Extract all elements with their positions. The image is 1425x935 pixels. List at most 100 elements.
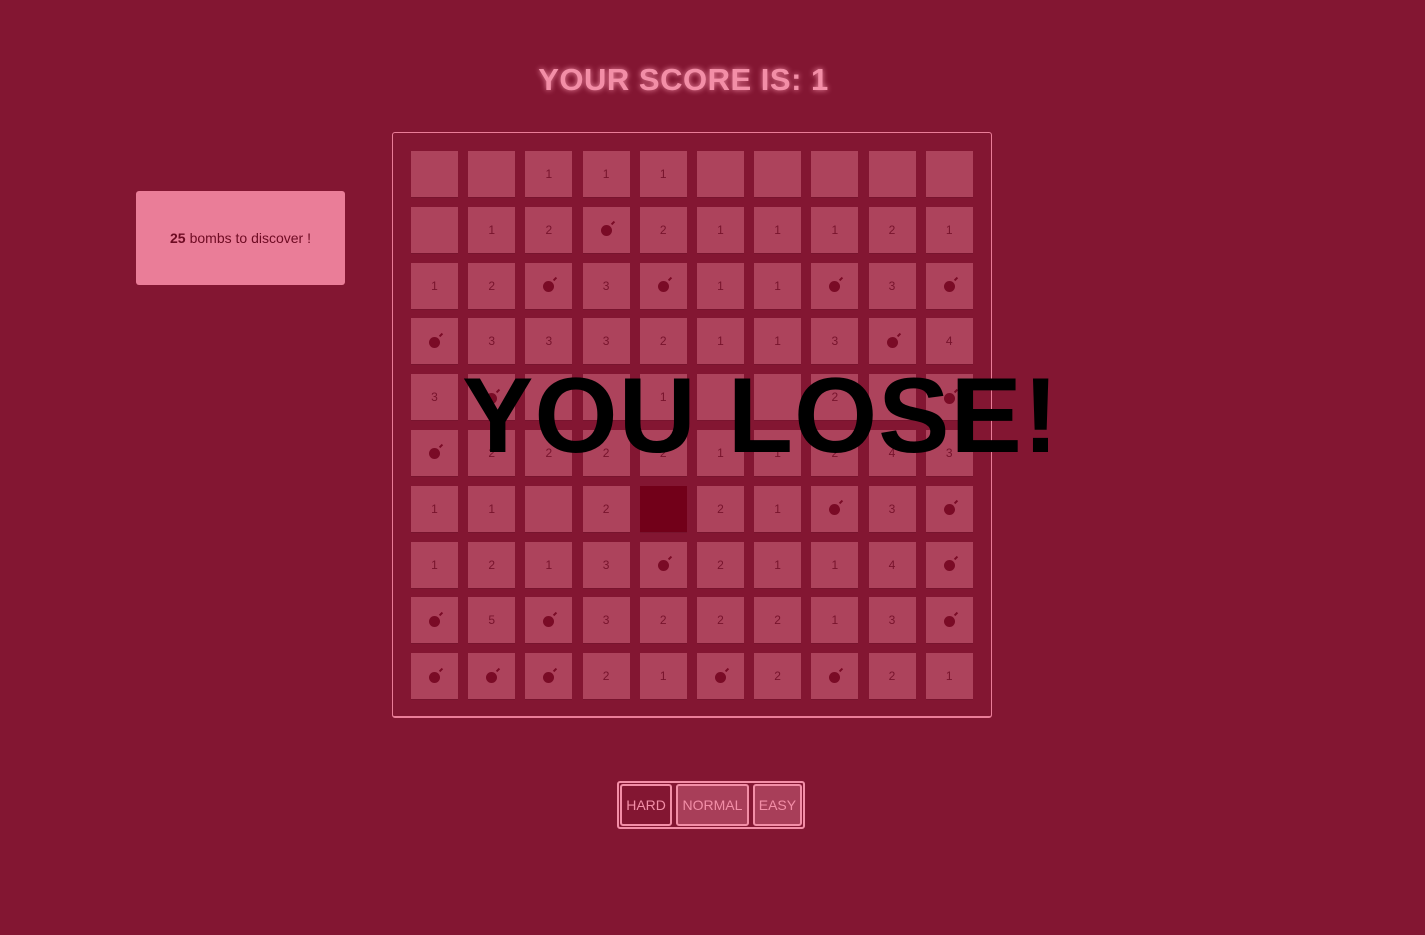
- board-cell[interactable]: 1: [468, 206, 516, 253]
- board-cell[interactable]: 1: [754, 541, 802, 588]
- board-cell[interactable]: [639, 541, 687, 588]
- board-cell[interactable]: 3: [411, 374, 458, 421]
- board-cell[interactable]: 1: [754, 262, 802, 309]
- cell-number: 4: [945, 334, 953, 349]
- cell-number: 3: [888, 613, 896, 628]
- board-cell[interactable]: [811, 151, 859, 197]
- cell-number: 1: [431, 501, 438, 516]
- board-cell[interactable]: [582, 206, 630, 253]
- board-cell[interactable]: 3: [582, 541, 630, 588]
- cell-number: 1: [431, 278, 438, 293]
- bomb-count: 25: [170, 230, 186, 246]
- board-cell[interactable]: [525, 597, 573, 644]
- easy-button[interactable]: EASY: [752, 784, 802, 826]
- cell-number: 2: [717, 501, 724, 516]
- board-cell[interactable]: 1: [754, 206, 802, 253]
- exploded-cell[interactable]: [639, 485, 687, 532]
- board-cell[interactable]: 1: [468, 485, 516, 532]
- board-cell[interactable]: 1: [525, 541, 573, 588]
- board-cell[interactable]: 2: [754, 597, 802, 644]
- board-cell[interactable]: 1: [925, 206, 973, 253]
- cell-number: 1: [774, 222, 781, 237]
- board-cell[interactable]: [411, 151, 458, 197]
- board-cell[interactable]: 1: [696, 262, 744, 309]
- board-cell[interactable]: 2: [468, 262, 516, 309]
- board-cell[interactable]: 2: [696, 541, 744, 588]
- board-cell[interactable]: 2: [696, 485, 744, 532]
- cell-number: 2: [774, 613, 781, 628]
- board-cell[interactable]: [925, 262, 973, 309]
- board-cell[interactable]: [696, 653, 744, 700]
- cell-number: 1: [774, 557, 781, 572]
- cell-number: 2: [602, 669, 610, 684]
- board-cell[interactable]: [525, 262, 573, 309]
- board-cell[interactable]: 1: [639, 653, 687, 700]
- board-cell[interactable]: [411, 597, 458, 644]
- board-cell[interactable]: [411, 318, 458, 365]
- board-cell[interactable]: [639, 262, 687, 309]
- board-cell[interactable]: [868, 151, 916, 197]
- board-cell[interactable]: [468, 151, 516, 197]
- bomb-icon: [829, 671, 841, 683]
- board-cell[interactable]: 2: [754, 653, 802, 700]
- board-cell[interactable]: 2: [582, 485, 630, 532]
- board-cell[interactable]: 1: [411, 485, 458, 532]
- lose-banner: YOU LOSE!: [462, 355, 1060, 475]
- board-cell[interactable]: [754, 151, 802, 197]
- cell-number: 2: [888, 669, 896, 684]
- board-cell[interactable]: 1: [411, 262, 458, 309]
- normal-button[interactable]: NORMAL: [676, 784, 749, 826]
- bomb-icon: [543, 281, 555, 293]
- cell-number: 3: [602, 613, 610, 628]
- board-cell[interactable]: [525, 653, 573, 700]
- board-cell[interactable]: 1: [582, 151, 630, 197]
- board-cell[interactable]: [925, 541, 973, 588]
- cell-number: 1: [659, 669, 667, 684]
- board-cell[interactable]: [925, 597, 973, 644]
- board-cell[interactable]: 2: [582, 653, 630, 700]
- board-cell[interactable]: 1: [411, 541, 458, 588]
- board-cell[interactable]: [811, 262, 859, 309]
- bomb-icon: [943, 504, 955, 516]
- board-cell[interactable]: 3: [582, 597, 630, 644]
- board-cell[interactable]: [411, 429, 458, 476]
- board-cell[interactable]: [411, 653, 458, 700]
- board-cell[interactable]: 5: [468, 597, 516, 644]
- board-cell[interactable]: [811, 653, 859, 700]
- cell-number: 2: [888, 222, 896, 237]
- board-cell[interactable]: [411, 206, 458, 253]
- cell-number: 2: [602, 501, 610, 516]
- board-cell[interactable]: 2: [696, 597, 744, 644]
- board-cell[interactable]: 2: [639, 206, 687, 253]
- hard-button[interactable]: HARD: [620, 784, 673, 826]
- board-cell[interactable]: 3: [868, 262, 916, 309]
- board-cell[interactable]: 2: [639, 597, 687, 644]
- board-cell[interactable]: 3: [582, 262, 630, 309]
- board-cell[interactable]: 2: [868, 653, 916, 700]
- board-cell[interactable]: [696, 151, 744, 197]
- board-cell[interactable]: 2: [868, 206, 916, 253]
- board-cell[interactable]: [811, 485, 859, 532]
- board-cell[interactable]: 1: [525, 151, 573, 197]
- board-cell[interactable]: 1: [811, 541, 859, 588]
- bomb-counter: 25 bombs to discover !: [136, 191, 345, 285]
- board-cell[interactable]: 1: [925, 653, 973, 700]
- bomb-icon: [543, 671, 555, 683]
- board-cell[interactable]: 1: [811, 597, 859, 644]
- board-cell[interactable]: 3: [868, 597, 916, 644]
- board-cell[interactable]: 2: [525, 206, 573, 253]
- cell-number: 1: [431, 557, 438, 572]
- board-cell[interactable]: 1: [639, 151, 687, 197]
- board-cell[interactable]: 2: [468, 541, 516, 588]
- board-cell[interactable]: 1: [811, 206, 859, 253]
- board-cell[interactable]: 3: [868, 485, 916, 532]
- board-cell[interactable]: [468, 653, 516, 700]
- board-cell[interactable]: 4: [868, 541, 916, 588]
- board-cell[interactable]: 1: [696, 206, 744, 253]
- bomb-icon: [486, 671, 498, 683]
- board-cell[interactable]: [525, 485, 573, 532]
- board-cell[interactable]: [925, 151, 973, 197]
- board-cell[interactable]: 1: [754, 485, 802, 532]
- board-cell[interactable]: [925, 485, 973, 532]
- bomb-icon: [657, 281, 669, 293]
